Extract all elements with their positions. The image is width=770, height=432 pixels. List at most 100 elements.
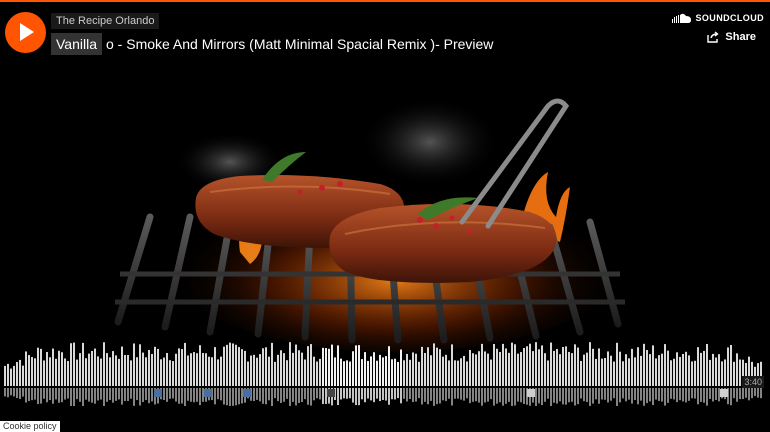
waveform-reflection-bar: [574, 388, 576, 406]
waveform-reflection-bar: [124, 388, 126, 402]
comment-avatar[interactable]: [327, 389, 335, 397]
waveform-reflection-bar: [139, 388, 141, 406]
waveform-bar: [130, 360, 132, 386]
waveform-reflection-bar: [22, 388, 24, 397]
share-button[interactable]: Share: [707, 31, 756, 43]
waveform-bar: [715, 357, 717, 386]
waveform-bar: [586, 352, 588, 386]
waveform-reflection-bar: [613, 388, 615, 399]
waveform-reflection-bar: [586, 388, 588, 403]
waveform-bar: [592, 348, 594, 386]
waveform-reflection-bar: [694, 388, 696, 399]
waveform-bar: [283, 353, 285, 386]
waveform-bar: [400, 349, 402, 386]
comment-avatar[interactable]: [204, 389, 212, 397]
waveform-reflection-bar: [688, 388, 690, 401]
waveform-reflection-bar: [709, 388, 711, 399]
waveform-bar: [154, 346, 156, 386]
waveform-bar: [709, 359, 711, 386]
waveform-bar: [220, 356, 222, 386]
waveform-bar: [286, 360, 288, 386]
waveform-bar: [535, 342, 537, 386]
waveform-bar: [58, 350, 60, 386]
waveform-reflection-bar: [112, 388, 114, 403]
waveform-bar: [568, 351, 570, 386]
waveform-reflection-bar: [55, 388, 57, 400]
waveform-reflection-bar: [715, 388, 717, 400]
waveform-bar: [355, 345, 357, 386]
waveform-reflection-bar: [289, 388, 291, 406]
waveform-bar: [271, 342, 273, 386]
waveform-reflection-bar: [514, 388, 516, 406]
waveform-reflection-bar: [16, 388, 18, 399]
waveform-reflection-bar: [517, 388, 519, 402]
waveform-reflection-bar: [454, 388, 456, 399]
waveform-bar: [487, 353, 489, 386]
waveform-bar: [604, 357, 606, 386]
track-title[interactable]: Vanilla o - Smoke And Mirrors (Matt Mini…: [51, 33, 493, 55]
waveform-bar: [712, 353, 714, 386]
waveform-reflection-bar: [196, 388, 198, 402]
waveform-reflection-bar: [610, 388, 612, 401]
waveform-bar: [322, 347, 324, 386]
soundcloud-logo[interactable]: SOUNDCLOUD: [671, 13, 765, 23]
track-title-chip[interactable]: Vanilla: [51, 33, 102, 55]
waveform-reflection-bar: [280, 388, 282, 404]
waveform-reflection-bar: [391, 388, 393, 400]
waveform-bar: [163, 357, 165, 386]
waveform[interactable]: [0, 340, 770, 406]
waveform-bar: [664, 344, 666, 386]
waveform-reflection-bar: [193, 388, 195, 403]
waveform-reflection-bar: [436, 388, 438, 405]
waveform-bar: [451, 344, 453, 386]
waveform-bar: [730, 344, 732, 386]
waveform-reflection-bar: [484, 388, 486, 403]
track-title-text[interactable]: o - Smoke And Mirrors (Matt Minimal Spac…: [102, 33, 493, 55]
comment-avatar[interactable]: [154, 389, 162, 397]
waveform-bar: [181, 349, 183, 386]
waveform-reflection-bar: [631, 388, 633, 404]
waveform-bar: [25, 351, 27, 386]
comment-avatar[interactable]: [243, 389, 251, 397]
waveform-reflection-bar: [106, 388, 108, 402]
waveform-reflection-bar: [190, 388, 192, 402]
waveform-bar: [499, 352, 501, 386]
waveform-bar: [517, 353, 519, 386]
play-button[interactable]: [5, 12, 46, 53]
waveform-reflection-bar: [346, 388, 348, 399]
waveform-reflection-bar: [415, 388, 417, 402]
waveform-bar: [649, 354, 651, 386]
waveform-reflection-bar: [109, 388, 111, 401]
waveform-reflection-bar: [10, 388, 12, 396]
waveform-reflection-bar: [316, 388, 318, 399]
uploader-link[interactable]: The Recipe Orlando: [51, 13, 160, 29]
waveform-reflection-bar: [622, 388, 624, 399]
waveform-reflection-bar: [745, 388, 747, 398]
waveform-reflection-bar: [427, 388, 429, 405]
waveform-bar: [55, 358, 57, 386]
waveform-bar: [184, 342, 186, 386]
waveform-bar: [166, 352, 168, 386]
waveform-reflection-bar: [385, 388, 387, 401]
comment-avatar[interactable]: [720, 389, 728, 397]
waveform-bar: [262, 348, 264, 386]
waveform-reflection-bar: [733, 388, 735, 399]
comment-avatar[interactable]: [527, 389, 535, 397]
waveform-bar: [349, 361, 351, 386]
waveform-bar: [4, 365, 6, 386]
waveform-reflection-bar: [145, 388, 147, 401]
cookie-policy-link[interactable]: Cookie policy: [0, 421, 60, 432]
waveform-reflection-bar: [760, 388, 762, 399]
waveform-reflection-bar: [643, 388, 645, 406]
waveform-bar: [685, 351, 687, 386]
waveform-bar: [7, 363, 9, 386]
waveform-bar: [520, 352, 522, 386]
waveform-reflection-bar: [373, 388, 375, 403]
waveform-bar: [316, 361, 318, 386]
waveform-reflection-bar: [394, 388, 396, 400]
waveform-reflection-bar: [214, 388, 216, 405]
waveform-reflection-bar: [676, 388, 678, 403]
waveform-reflection-bar: [487, 388, 489, 402]
waveform-bar: [418, 361, 420, 386]
waveform-bar: [625, 354, 627, 386]
